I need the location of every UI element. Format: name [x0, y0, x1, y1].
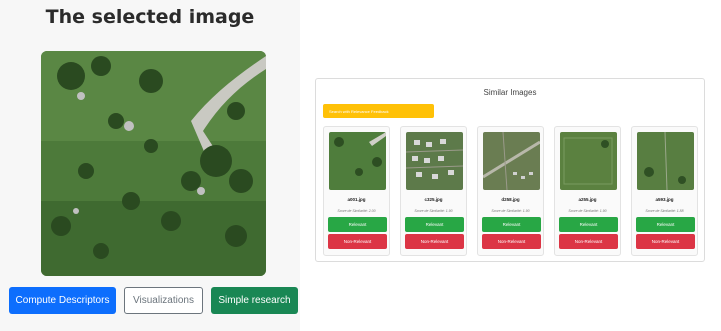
result-thumbnail[interactable]	[329, 132, 386, 190]
result-score: Score de Similarité: 1.90	[414, 209, 453, 213]
relevance-feedback-button[interactable]: Search with Relevance Feedback	[323, 104, 434, 118]
non-relevant-button[interactable]: Non-Relevant	[405, 234, 464, 249]
visualizations-button[interactable]: Visualizations	[124, 287, 203, 314]
result-score: Score de Similarité: 2.00	[337, 209, 376, 213]
result-score: Score de Similarité: 1.90	[568, 209, 607, 213]
result-filename: a001.jpg	[347, 197, 366, 202]
result-score: Score de Similarité: 1.88	[645, 209, 684, 213]
result-filename: d258.jpg	[501, 197, 520, 202]
result-tile: a593.jpg Score de Similarité: 1.88 Relev…	[631, 126, 698, 256]
result-thumbnail[interactable]	[483, 132, 540, 190]
result-thumbnail[interactable]	[560, 132, 617, 190]
relevant-button[interactable]: Relevant	[328, 217, 387, 232]
result-tile: d258.jpg Score de Similarité: 1.90 Relev…	[477, 126, 544, 256]
relevant-button[interactable]: Relevant	[559, 217, 618, 232]
result-score: Score de Similarité: 1.90	[491, 209, 530, 213]
result-tile: a255.jpg Score de Similarité: 1.90 Relev…	[554, 126, 621, 256]
result-tile: c325.jpg Score de Similarité: 1.90 Relev…	[400, 126, 467, 256]
relevant-button[interactable]: Relevant	[482, 217, 541, 232]
relevant-button[interactable]: Relevant	[405, 217, 464, 232]
selected-image	[41, 51, 266, 276]
similar-images-card: Similar Images Search with Relevance Fee…	[315, 78, 705, 262]
result-filename: a255.jpg	[578, 197, 597, 202]
non-relevant-button[interactable]: Non-Relevant	[636, 234, 695, 249]
similar-images-title: Similar Images	[483, 88, 537, 97]
non-relevant-button[interactable]: Non-Relevant	[482, 234, 541, 249]
result-tile: a001.jpg Score de Similarité: 2.00 Relev…	[323, 126, 390, 256]
result-thumbnail[interactable]	[637, 132, 694, 190]
non-relevant-button[interactable]: Non-Relevant	[328, 234, 387, 249]
result-filename: c325.jpg	[424, 197, 443, 202]
non-relevant-button[interactable]: Non-Relevant	[559, 234, 618, 249]
result-thumbnail[interactable]	[406, 132, 463, 190]
result-filename: a593.jpg	[655, 197, 674, 202]
selected-image-panel: The selected image Compute Descriptors V…	[0, 0, 300, 331]
simple-research-button[interactable]: Simple research	[211, 287, 298, 314]
relevant-button[interactable]: Relevant	[636, 217, 695, 232]
page-title: The selected image	[45, 6, 255, 28]
compute-descriptors-button[interactable]: Compute Descriptors	[9, 287, 116, 314]
